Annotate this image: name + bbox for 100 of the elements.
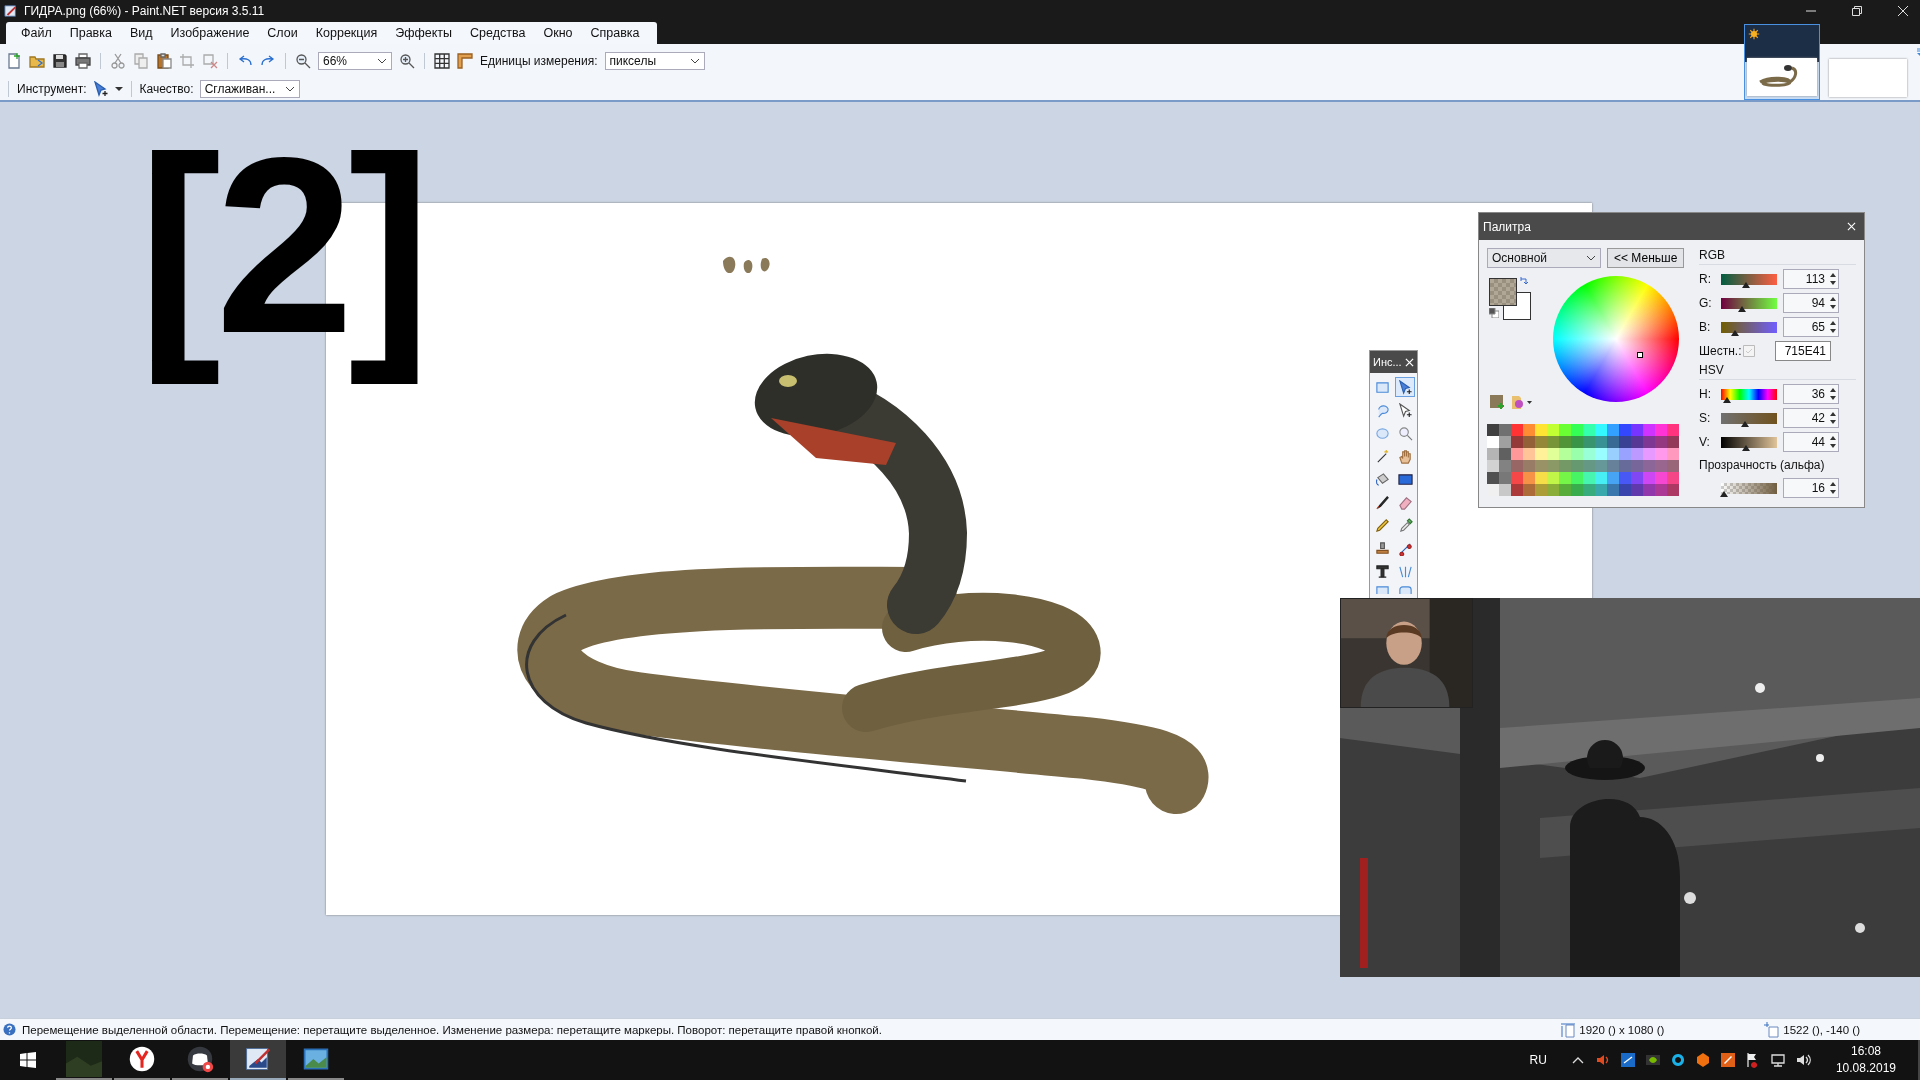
window-title: ГИДРА.png (66%) - Paint.NET версия 3.5.11 [24, 4, 265, 18]
menu-item[interactable]: Окно [534, 26, 582, 40]
quality-label: Качество: [139, 82, 194, 96]
units-dropdown[interactable]: пикселы [604, 52, 705, 70]
palette-title: Палитра [1483, 219, 1531, 234]
browser-icon [128, 1045, 156, 1073]
channel-value-field[interactable]: 113 [1783, 269, 1839, 289]
folder-icon[interactable] [29, 53, 45, 69]
menu-item[interactable]: Изображение [161, 26, 259, 40]
image-tab[interactable] [1744, 24, 1820, 100]
status-text: Перемещение выделенной области. Перемещение: перетащите выделенное. Изменение размера: перетащите маркеры. Поворот: перетащите правой кнопкой. [22, 1023, 882, 1036]
channel-value-field[interactable]: 44 [1783, 432, 1839, 452]
hex-checkbox-icon[interactable] [1743, 345, 1755, 357]
chat-app-icon [186, 1045, 214, 1073]
units-label: Единицы измерения: [480, 54, 598, 68]
ellipse-selection-icon [1374, 425, 1390, 441]
volume-icon[interactable] [1794, 1052, 1811, 1068]
less-button[interactable]: << Меньше [1607, 248, 1685, 268]
channel-slider[interactable] [1721, 321, 1777, 333]
primary-color-swatch[interactable] [1489, 278, 1517, 306]
reset-colors-icon[interactable] [1489, 308, 1499, 318]
rgb-label: RGB [1699, 248, 1856, 265]
hsv-label: HSV [1699, 363, 1856, 380]
channel-value-field[interactable]: 94 [1783, 293, 1839, 313]
pointer-outline-icon [1397, 402, 1413, 418]
pencil-icon [1374, 517, 1390, 533]
tools-window-title: Инс... [1373, 356, 1402, 368]
channel-slider[interactable] [1721, 436, 1777, 448]
start-icon[interactable] [20, 1052, 36, 1068]
quality-dropdown[interactable]: Сглаживан... [199, 80, 300, 98]
ruler-icon[interactable] [457, 53, 473, 69]
tool-label: Инструмент: [17, 82, 87, 96]
clock-time: 16:08 [1850, 1043, 1881, 1060]
channel-label: V: [1699, 435, 1711, 449]
caret-icon [1586, 255, 1596, 261]
cut-icon[interactable] [110, 53, 126, 69]
zoom-out-icon[interactable] [295, 53, 311, 69]
menu-item[interactable]: Средства [461, 26, 535, 40]
zoom-icon [1397, 425, 1413, 441]
alpha-slider[interactable] [1721, 482, 1777, 494]
save-icon[interactable] [52, 53, 68, 69]
grid-icon[interactable] [434, 53, 450, 69]
menu-item[interactable]: Файл [12, 26, 61, 40]
pointer-plus-icon [1397, 379, 1413, 395]
paint-bucket-icon [1374, 471, 1390, 487]
clock-date: 10.08.2019 [1835, 1060, 1896, 1077]
language-indicator[interactable]: RU [1529, 1053, 1547, 1067]
channel-slider[interactable] [1721, 297, 1777, 309]
deselect-icon[interactable] [202, 53, 218, 69]
alpha-value-field[interactable]: 16 [1783, 478, 1839, 498]
menu-item[interactable]: Эффекты [386, 26, 462, 40]
channel-label: R: [1699, 272, 1712, 286]
menu-item[interactable]: Коррекция [306, 26, 387, 40]
zoom-dropdown[interactable]: 66% [318, 52, 392, 70]
channel-slider[interactable] [1721, 273, 1777, 285]
channel-slider[interactable] [1721, 388, 1777, 400]
alpha-label: Прозрачность (альфа) [1699, 458, 1826, 474]
channel-value-field[interactable]: 36 [1783, 384, 1839, 404]
pointer-plus-icon[interactable] [92, 81, 109, 97]
color-mode-dropdown[interactable]: Основной [1487, 248, 1601, 268]
zoom-in-icon[interactable] [399, 53, 415, 69]
print-icon[interactable] [75, 53, 91, 69]
taskbar-app[interactable] [230, 1040, 286, 1080]
channel-label: S: [1699, 411, 1712, 425]
restore-icon[interactable] [1852, 6, 1862, 16]
channel-label: G: [1699, 296, 1713, 310]
paint-app-icon [244, 1045, 272, 1073]
channel-value-field[interactable]: 65 [1783, 317, 1839, 337]
channel-label: H: [1699, 387, 1712, 401]
hex-field[interactable]: 715E41 [1775, 341, 1831, 361]
channel-value-field[interactable]: 42 [1783, 408, 1839, 428]
overlay-number-text: [2] [138, 105, 426, 387]
swap-arrows-icon[interactable] [1519, 277, 1529, 287]
channel-slider[interactable] [1721, 412, 1777, 424]
speaker-icon[interactable] [1594, 1052, 1611, 1068]
menu-item[interactable]: Вид [120, 26, 162, 40]
eraser-icon [1397, 494, 1413, 510]
menu-item[interactable]: Справка [581, 26, 649, 40]
network-icon[interactable] [1769, 1052, 1786, 1068]
text-icon [1374, 563, 1390, 579]
caret-icon [689, 58, 700, 64]
add-color-icon[interactable] [1489, 394, 1505, 410]
new-file-icon[interactable] [6, 53, 22, 69]
image-size-text: 1920 () x 1080 () [1579, 1023, 1665, 1036]
cursor-position-text: 1522 (), -140 () [1783, 1023, 1860, 1036]
menu-item[interactable]: Правка [60, 26, 121, 40]
channel-label: B: [1699, 320, 1712, 334]
selection-rectangle-icon [1374, 379, 1390, 395]
game-thumbnail-icon [64, 1041, 104, 1077]
caret-icon [284, 86, 295, 92]
brush-icon [1374, 494, 1390, 510]
paste-icon[interactable] [156, 53, 172, 69]
menu-item[interactable]: Слои [258, 26, 307, 40]
help-icon [3, 1023, 16, 1036]
palette-folder-icon[interactable] [1511, 394, 1533, 410]
paint-app-icon [4, 4, 18, 18]
hand-icon [1397, 448, 1413, 464]
caret-icon[interactable] [114, 87, 123, 91]
close-icon[interactable] [1898, 6, 1908, 16]
caret-icon [377, 58, 387, 64]
